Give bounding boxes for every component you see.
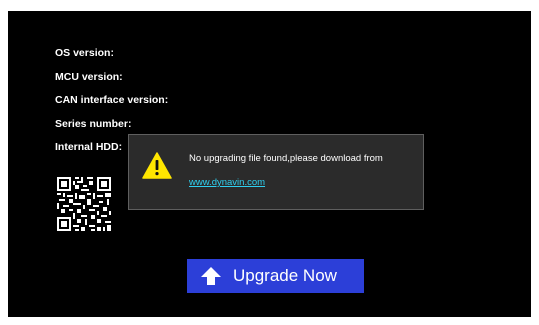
os-version-label: OS version: xyxy=(55,47,114,59)
dialog-message: No upgrading file found,please download … xyxy=(189,153,383,164)
warning-icon xyxy=(142,152,172,179)
upgrade-now-label: Upgrade Now xyxy=(233,266,337,285)
upgrade-now-button[interactable]: Upgrade Now xyxy=(187,259,364,293)
download-link[interactable]: www.dynavin.com xyxy=(189,177,265,188)
no-upgrade-file-dialog: No upgrading file found,please download … xyxy=(128,134,424,210)
upload-arrow-icon xyxy=(201,267,221,285)
window-frame: OS version: MCU version: CAN interface v… xyxy=(0,0,539,325)
qr-code-icon xyxy=(55,175,113,233)
mcu-version-label: MCU version: xyxy=(55,70,123,83)
can-interface-version-label: CAN interface version: xyxy=(55,94,169,106)
head-unit-screen: OS version: MCU version: CAN interface v… xyxy=(8,11,531,317)
